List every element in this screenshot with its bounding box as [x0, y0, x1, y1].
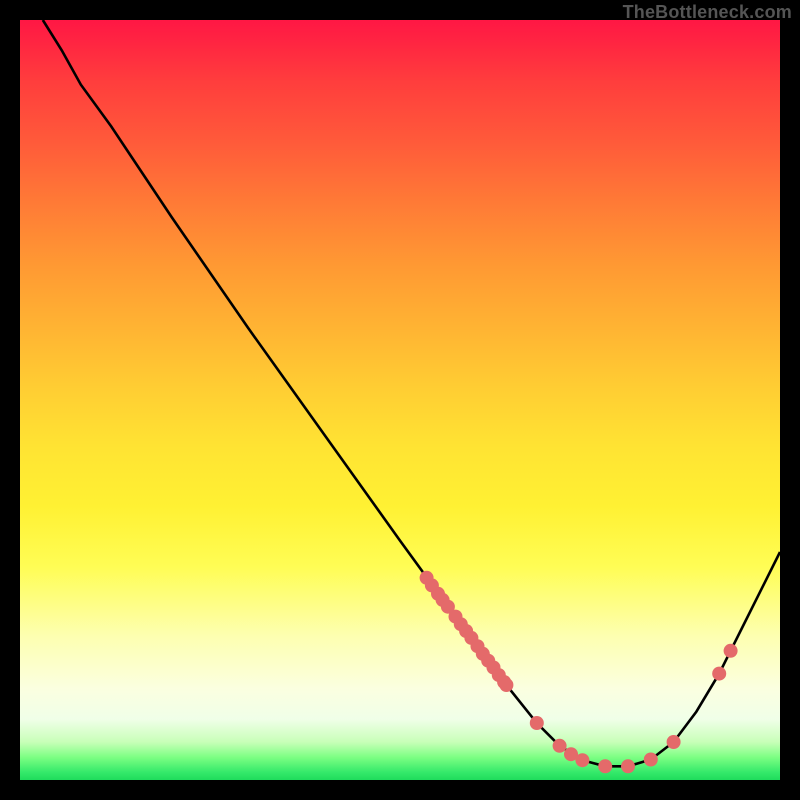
bottleneck-curve [43, 20, 780, 766]
chart-svg [20, 20, 780, 780]
scatter-point [724, 644, 738, 658]
scatter-point [530, 716, 544, 730]
scatter-point [644, 753, 658, 767]
plot-area [20, 20, 780, 780]
scatter-point [712, 667, 726, 681]
scatter-points [420, 571, 738, 774]
scatter-point [553, 739, 567, 753]
scatter-point [499, 678, 513, 692]
scatter-point [598, 759, 612, 773]
scatter-point [621, 759, 635, 773]
chart-stage: TheBottleneck.com [0, 0, 800, 800]
scatter-point [667, 735, 681, 749]
scatter-point [575, 753, 589, 767]
